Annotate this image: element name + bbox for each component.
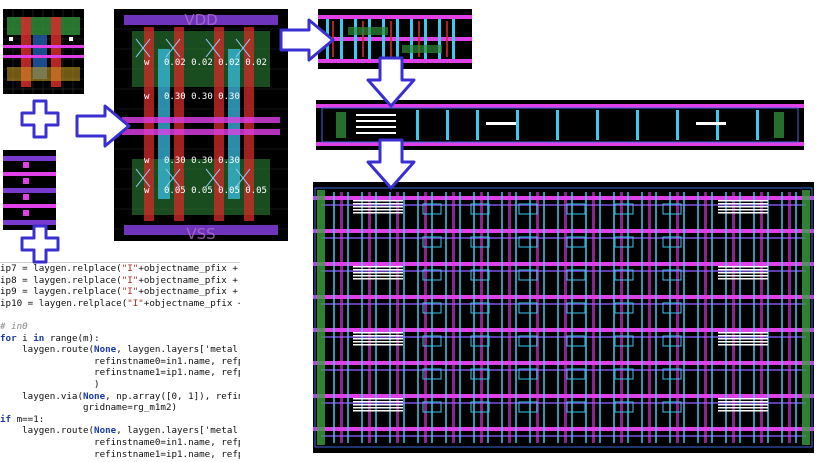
code-line: ip9 = laygen.relplace("I"+objectname_pfi… <box>0 286 238 298</box>
code-line: ip8 = laygen.relplace("I"+objectname_pfi… <box>0 274 238 286</box>
code-line: laygen.route(None, laygen.layers['metal <box>0 425 238 437</box>
full-array-layout <box>313 182 814 453</box>
code-line: ip10 = laygen.relplace("I"+objectname_pf… <box>0 297 240 309</box>
code-line: refinstname1=ip1.name, refp <box>0 367 240 379</box>
down-arrow-icon-1 <box>366 56 416 108</box>
row-label-1: 0.02 0.02 0.02 0.02 <box>164 58 267 68</box>
plus-icon-top <box>20 99 60 139</box>
row-prefix-3: w <box>144 156 150 166</box>
code-line: gridname=rg_m1m2) <box>0 402 178 414</box>
vss-label: VSS <box>186 225 215 241</box>
row-prefix-2: w <box>144 92 150 102</box>
code-line: laygen.route(None, laygen.layers['metal <box>0 344 238 356</box>
template-strip-layout <box>3 150 56 230</box>
code-line: ip7 = laygen.relplace("I"+objectname_pfi… <box>0 263 238 274</box>
code-snippet: ip7 = laygen.relplace("I"+objectname_pfi… <box>0 262 240 462</box>
row-prefix-1: w <box>144 58 150 68</box>
row-prefix-4: w <box>144 186 150 196</box>
code-line: if m==1: <box>0 413 45 425</box>
code-line: refinstname0=in1.name, refp <box>0 436 240 448</box>
code-line: refinstname0=in1.name, refp <box>0 355 240 367</box>
vdd-label: VDD <box>184 11 217 29</box>
row-label-3: 0.30 0.30 0.30 <box>164 156 240 166</box>
code-line: for i in range(m): <box>0 332 100 344</box>
row-label-4: 0.05 0.05 0.05 0.05 <box>164 186 267 196</box>
code-line: laygen.via(None, np.array([0, 1]), refin <box>0 390 240 402</box>
plus-icon-bottom <box>20 224 60 264</box>
down-arrow-icon-2 <box>366 138 416 190</box>
code-line: ) <box>0 378 100 390</box>
transistor-cell-layout: VDD VSS 0.02 0.02 0.02 0.02 0.30 0.30 0.… <box>114 9 288 241</box>
code-line: # in0 <box>0 320 28 332</box>
right-arrow-icon-1 <box>75 104 131 148</box>
primitive-cell-layout <box>3 9 84 94</box>
row-label-2: 0.30 0.30 0.30 <box>164 92 240 102</box>
right-arrow-icon-2 <box>279 18 335 62</box>
code-line: refinstname1=ip1.name, refp <box>0 448 240 460</box>
